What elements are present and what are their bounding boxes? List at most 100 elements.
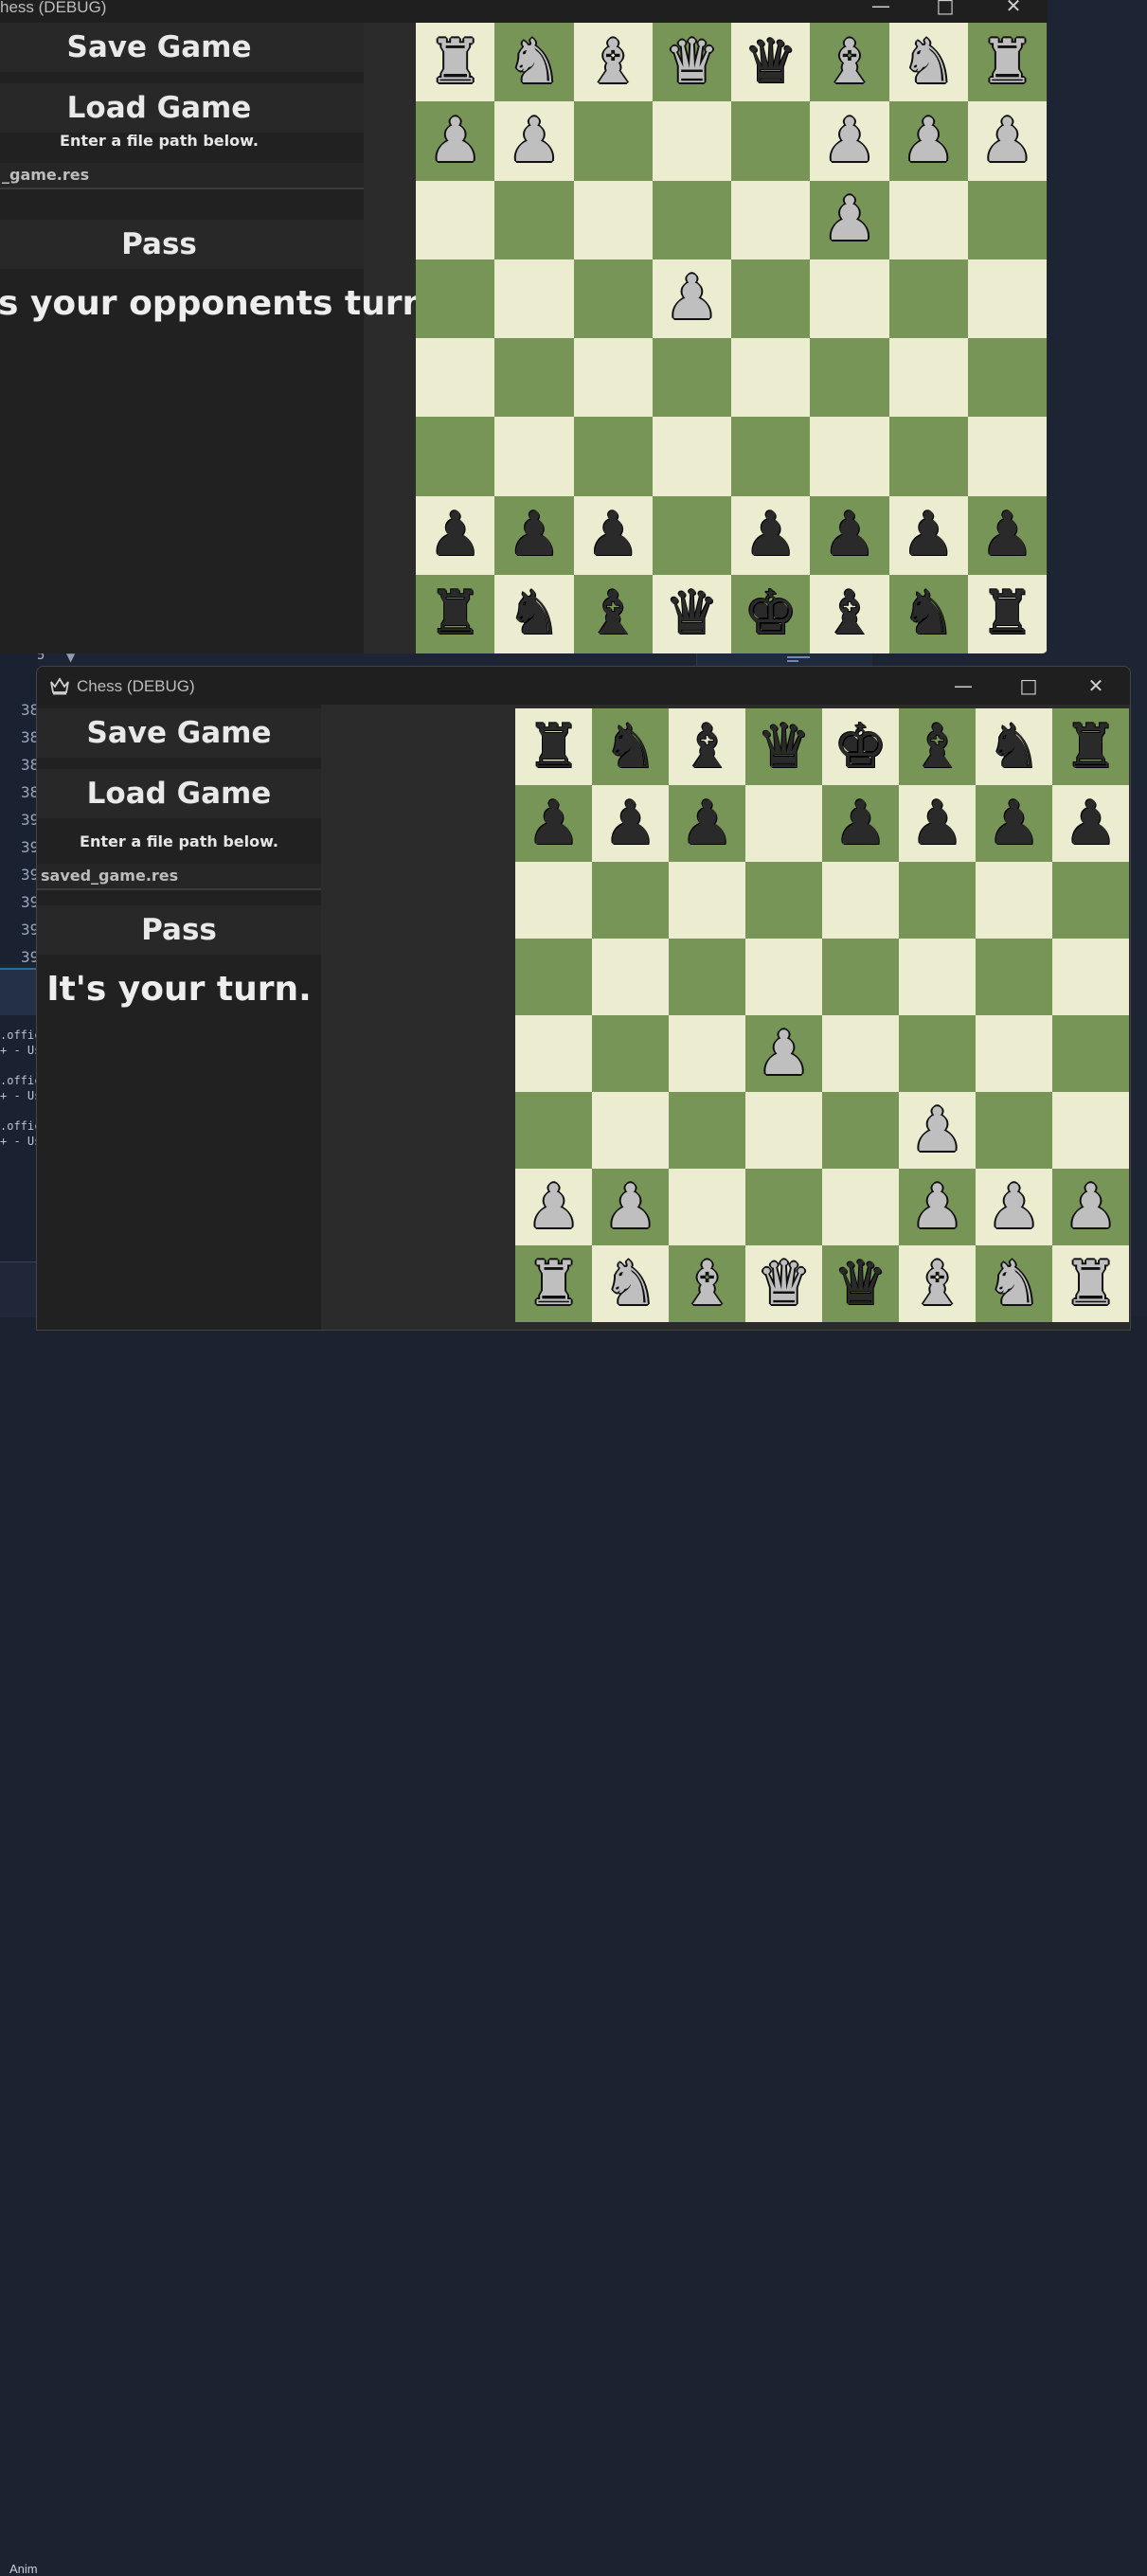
board-square[interactable] — [731, 417, 811, 496]
board-square[interactable] — [669, 939, 745, 1015]
black-pawn-icon[interactable]: ♟ — [910, 794, 964, 854]
black-rook-icon[interactable]: ♜ — [527, 717, 581, 778]
board-square[interactable]: ♚ — [822, 708, 899, 785]
white-pawn-icon[interactable]: ♟ — [757, 1024, 811, 1084]
board-square[interactable] — [494, 259, 574, 338]
board-square[interactable] — [731, 180, 811, 259]
board-square[interactable] — [967, 259, 1047, 338]
minimize-icon[interactable]: — — [862, 0, 900, 19]
board-square[interactable] — [416, 338, 495, 418]
black-pawn-icon[interactable]: ♟ — [901, 505, 955, 565]
white-knight-icon[interactable]: ♞ — [603, 1254, 657, 1315]
board-square[interactable]: ♟ — [515, 1169, 592, 1245]
board-square[interactable]: ♟ — [515, 785, 592, 862]
black-queen-icon[interactable]: ♛ — [665, 583, 719, 644]
black-knight-icon[interactable]: ♞ — [987, 717, 1041, 778]
white-pawn-icon[interactable]: ♟ — [910, 1177, 964, 1238]
black-bishop-icon[interactable]: ♝ — [680, 717, 734, 778]
black-knight-icon[interactable]: ♞ — [507, 583, 561, 644]
black-knight-icon[interactable]: ♞ — [603, 717, 657, 778]
black-queen-icon[interactable]: ♛ — [757, 717, 811, 778]
black-bishop-icon[interactable]: ♝ — [822, 583, 876, 644]
black-pawn-icon[interactable]: ♟ — [980, 505, 1034, 565]
board-square[interactable] — [899, 862, 976, 939]
board-square[interactable] — [888, 417, 968, 496]
chess-board[interactable]: ♜ ♞ ♝ ♛ ♚ ♝ ♞ ♜ ♟ ♟ ♟ ♟ ♟ ♟ ♟ ♟ ♟ ♟ ♟ ♟ ♟ ♟ ♜ ♞ ♝ ♛ ♛ ♝ ♞ ♜ — [515, 708, 1129, 1322]
board-square[interactable] — [810, 338, 889, 418]
black-pawn-icon[interactable]: ♟ — [822, 505, 876, 565]
black-pawn-icon[interactable]: ♟ — [507, 505, 561, 565]
board-square[interactable]: ♝ — [573, 23, 653, 102]
board-square[interactable]: ♟ — [731, 495, 811, 575]
board-square[interactable]: ♛ — [652, 23, 731, 102]
board-square[interactable]: ♜ — [1052, 1245, 1129, 1322]
board-square[interactable] — [822, 1015, 899, 1092]
board-square[interactable] — [416, 259, 495, 338]
board-square[interactable]: ♛ — [822, 1245, 899, 1322]
board-square[interactable]: ♟ — [592, 785, 669, 862]
load-game-button[interactable]: Load Game — [37, 769, 321, 818]
board-square[interactable] — [573, 259, 653, 338]
board-square[interactable] — [745, 785, 822, 862]
editor-minimap[interactable] — [696, 653, 872, 667]
white-bishop-icon[interactable]: ♝ — [822, 32, 876, 93]
board-square[interactable]: ♟ — [967, 101, 1047, 181]
white-queen-icon[interactable]: ♛ — [665, 32, 719, 93]
white-pawn-icon[interactable]: ♟ — [1064, 1177, 1118, 1238]
window-titlebar[interactable]: hess (DEBUG) — □ ✕ — [0, 0, 1048, 23]
white-pawn-icon[interactable]: ♟ — [901, 111, 955, 171]
black-rook-icon[interactable]: ♜ — [1064, 717, 1118, 778]
board-square[interactable]: ♟ — [1052, 785, 1129, 862]
board-square[interactable]: ♟ — [810, 180, 889, 259]
white-queen-icon[interactable]: ♛ — [757, 1254, 811, 1315]
board-square[interactable]: ♟ — [899, 785, 976, 862]
board-square[interactable]: ♝ — [810, 574, 889, 653]
white-pawn-icon[interactable]: ♟ — [980, 111, 1034, 171]
board-square[interactable]: ♜ — [515, 708, 592, 785]
white-bishop-icon[interactable]: ♝ — [585, 32, 639, 93]
board-square[interactable]: ♞ — [494, 574, 574, 653]
board-square[interactable] — [1052, 1092, 1129, 1169]
board-square[interactable] — [652, 417, 731, 496]
board-square[interactable]: ♞ — [976, 708, 1052, 785]
board-square[interactable]: ♟ — [967, 495, 1047, 575]
black-pawn-icon[interactable]: ♟ — [428, 505, 482, 565]
white-pawn-icon[interactable]: ♟ — [822, 189, 876, 250]
board-square[interactable] — [745, 1092, 822, 1169]
white-pawn-icon[interactable]: ♟ — [603, 1177, 657, 1238]
board-square[interactable]: ♞ — [888, 23, 968, 102]
board-square[interactable] — [745, 939, 822, 1015]
board-square[interactable]: ♜ — [416, 23, 495, 102]
white-pawn-icon[interactable]: ♟ — [428, 111, 482, 171]
board-square[interactable] — [652, 495, 731, 575]
board-square[interactable]: ♝ — [810, 23, 889, 102]
board-square[interactable]: ♞ — [494, 23, 574, 102]
board-square[interactable] — [731, 259, 811, 338]
board-square[interactable] — [592, 1015, 669, 1092]
board-square[interactable] — [573, 101, 653, 181]
board-square[interactable] — [822, 862, 899, 939]
board-square[interactable]: ♞ — [976, 1245, 1052, 1322]
black-pawn-icon[interactable]: ♟ — [585, 505, 639, 565]
board-square[interactable] — [967, 417, 1047, 496]
board-square[interactable] — [899, 939, 976, 1015]
board-square[interactable] — [967, 180, 1047, 259]
board-square[interactable] — [888, 338, 968, 418]
board-square[interactable]: ♟ — [822, 785, 899, 862]
board-square[interactable] — [652, 101, 731, 181]
black-bishop-icon[interactable]: ♝ — [910, 717, 964, 778]
close-icon[interactable]: ✕ — [1077, 672, 1115, 699]
black-pawn-icon[interactable]: ♟ — [987, 794, 1041, 854]
board-square[interactable]: ♝ — [573, 574, 653, 653]
maximize-icon[interactable]: □ — [926, 0, 964, 19]
board-square[interactable] — [669, 862, 745, 939]
board-square[interactable]: ♜ — [515, 1245, 592, 1322]
board-square[interactable]: ♟ — [976, 1169, 1052, 1245]
board-square[interactable] — [731, 338, 811, 418]
board-square[interactable] — [967, 338, 1047, 418]
board-square[interactable] — [1052, 939, 1129, 1015]
white-pawn-icon[interactable]: ♟ — [822, 111, 876, 171]
board-square[interactable]: ♞ — [592, 1245, 669, 1322]
board-square[interactable]: ♚ — [731, 574, 811, 653]
board-square[interactable] — [745, 1169, 822, 1245]
